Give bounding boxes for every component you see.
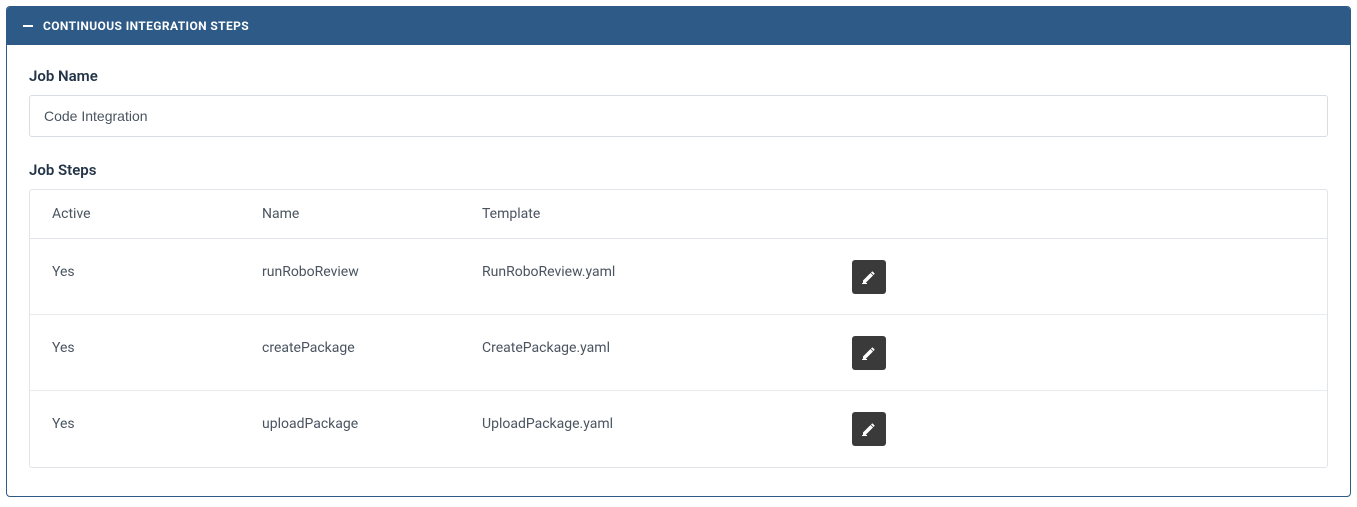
cell-actions [830, 398, 1327, 460]
table-row: Yes uploadPackage UploadPackage.yaml [30, 391, 1327, 467]
panel-title: CONTINUOUS INTEGRATION STEPS [43, 19, 249, 33]
job-steps-table: Active Name Template Yes runRoboReview R… [29, 189, 1328, 468]
cell-active: Yes [30, 246, 240, 308]
edit-button[interactable] [852, 336, 886, 370]
edit-icon [862, 270, 876, 284]
minus-icon [23, 21, 33, 31]
edit-button[interactable] [852, 412, 886, 446]
col-header-template: Template [460, 190, 830, 238]
edit-icon [862, 422, 876, 436]
col-header-name: Name [240, 190, 460, 238]
job-steps-label: Job Steps [29, 161, 1328, 179]
cell-actions [830, 246, 1327, 308]
table-header-row: Active Name Template [30, 190, 1327, 239]
col-header-actions [830, 198, 1327, 230]
job-name-input[interactable] [29, 95, 1328, 137]
cell-active: Yes [30, 398, 240, 460]
table-row: Yes runRoboReview RunRoboReview.yaml [30, 239, 1327, 315]
panel-header[interactable]: CONTINUOUS INTEGRATION STEPS [7, 7, 1350, 45]
edit-icon [862, 346, 876, 360]
job-name-label: Job Name [29, 67, 1328, 85]
cell-template: RunRoboReview.yaml [460, 246, 830, 308]
cell-name: createPackage [240, 322, 460, 384]
ci-steps-panel: CONTINUOUS INTEGRATION STEPS Job Name Jo… [6, 6, 1351, 497]
cell-active: Yes [30, 322, 240, 384]
table-row: Yes createPackage CreatePackage.yaml [30, 315, 1327, 391]
edit-button[interactable] [852, 260, 886, 294]
cell-template: UploadPackage.yaml [460, 398, 830, 460]
cell-name: uploadPackage [240, 398, 460, 460]
col-header-active: Active [30, 190, 240, 238]
cell-actions [830, 322, 1327, 384]
panel-body: Job Name Job Steps Active Name Template … [7, 45, 1350, 496]
cell-template: CreatePackage.yaml [460, 322, 830, 384]
cell-name: runRoboReview [240, 246, 460, 308]
